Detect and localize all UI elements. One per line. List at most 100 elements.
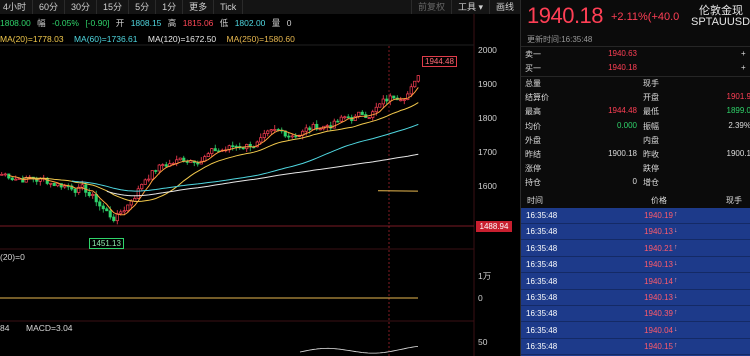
tick-row[interactable]: 16:35:48 1940.21 ↑ xyxy=(521,241,750,257)
amp-label: 幅 xyxy=(37,18,46,28)
plus-icon[interactable]: + xyxy=(741,49,746,58)
y-tick-label: 2000 xyxy=(478,45,497,55)
candle-body xyxy=(3,173,7,176)
tick-price: 1940.13 xyxy=(644,260,673,270)
candle-body xyxy=(213,148,217,152)
candle-body xyxy=(378,103,382,108)
tick-row[interactable]: 16:35:48 1940.19 ↑ xyxy=(521,208,750,224)
macd-label: MACD=3.04 xyxy=(26,323,73,333)
candle-body xyxy=(413,80,417,88)
instrument-code: SPTAUUSDO xyxy=(691,16,750,28)
tick-row[interactable]: 16:35:48 1940.39 ↑ xyxy=(521,306,750,323)
candle-body xyxy=(294,135,298,138)
last-price: 1940.18 xyxy=(527,3,604,28)
qty-label: 量 xyxy=(271,18,281,28)
tick-header-time: 时间 xyxy=(527,196,543,205)
tick-price: 1940.15 xyxy=(644,342,673,352)
prefix-value: 1808.00 xyxy=(0,18,31,28)
period-tab[interactable]: 4小时 xyxy=(0,0,34,14)
bar-quote-info: 1808.00 幅 -0.05% [-0.90] 开 1808.15 高 181… xyxy=(0,16,295,30)
period-tab[interactable]: 30分 xyxy=(65,0,98,14)
ma60-legend: MA(60)=1736.61 xyxy=(73,34,138,44)
candle-body xyxy=(140,184,144,190)
stat-value: 0.000 xyxy=(616,120,637,130)
y-tick-label: 1600 xyxy=(478,181,497,191)
divider xyxy=(521,76,750,77)
macd-dif-line xyxy=(299,346,419,354)
change-percent: -0.05% xyxy=(52,18,79,28)
candle-body xyxy=(388,95,392,102)
period-tab[interactable]: 更多 xyxy=(183,0,215,14)
candle-body xyxy=(262,133,266,139)
tick-list[interactable]: 16:35:48 1940.19 ↑ 16:35:48 1940.13 ↓ 16:35:48… xyxy=(521,208,750,356)
candle-body xyxy=(56,183,60,187)
stat-label: 均价 xyxy=(525,121,541,131)
tick-row[interactable]: 16:35:48 1940.15 ↑ xyxy=(521,339,750,356)
stat-label: 增仓 xyxy=(643,178,659,188)
stats-row: 涨停 跌停 xyxy=(521,163,750,175)
y-tick-label: 1800 xyxy=(478,113,497,123)
stat-label: 结算价 xyxy=(525,93,549,103)
candle-body xyxy=(269,129,273,132)
candle-body xyxy=(87,192,91,196)
candle-body xyxy=(147,178,151,181)
high-label: 高 xyxy=(167,18,177,28)
period-tab[interactable]: 15分 xyxy=(97,0,130,14)
candle-body xyxy=(336,120,340,123)
candle-body xyxy=(196,162,200,165)
tick-row[interactable]: 16:35:48 1940.13 ↓ xyxy=(521,224,750,241)
candle-body xyxy=(206,153,210,157)
period-tab[interactable]: 5分 xyxy=(129,0,157,14)
stat-label: 持仓 xyxy=(525,178,541,188)
ma-legend: MA(20)=1778.03 MA(60)=1736.61 MA(120)=16… xyxy=(0,32,303,46)
arrow-down-icon: ↓ xyxy=(674,293,678,300)
bid-price: 1940.18 xyxy=(608,63,637,72)
stat-value: 1944.48 xyxy=(608,106,637,116)
candle-body xyxy=(304,127,308,132)
y-tick-label: 1700 xyxy=(478,147,497,157)
stat-label: 最低 xyxy=(643,107,659,117)
toolbar-menu-item[interactable]: 画线 xyxy=(488,0,520,14)
toolbar-menu-item[interactable]: 工具 ▾ xyxy=(450,0,489,14)
candle-body xyxy=(357,111,361,117)
tick-row[interactable]: 16:35:48 1940.13 ↓ xyxy=(521,257,750,274)
open-label: 开 xyxy=(115,18,125,28)
tick-row[interactable]: 16:35:48 1940.04 ↓ xyxy=(521,323,750,339)
candle-body xyxy=(332,120,336,129)
tick-row[interactable]: 16:35:48 1940.14 ↑ xyxy=(521,274,750,290)
arrow-up-icon: ↑ xyxy=(674,309,678,317)
stat-label: 外盘 xyxy=(525,135,541,145)
bid-row[interactable]: 买一 1940.18 + xyxy=(521,63,750,75)
candle-body xyxy=(241,147,245,150)
candle-body xyxy=(126,204,130,212)
candle-body xyxy=(63,185,67,188)
stats-row: 昨结 1900.18 昨收 1900.1 xyxy=(521,149,750,161)
kline-chart[interactable] xyxy=(0,0,520,356)
period-tab[interactable]: Tick xyxy=(214,0,244,14)
stats-row: 外盘 内盘 xyxy=(521,135,750,147)
toolbar-menu-item[interactable]: 前复权 xyxy=(410,0,451,14)
y-tick-label: 1900 xyxy=(478,79,497,89)
candle-body xyxy=(136,188,140,199)
candle-body xyxy=(161,164,165,166)
ma20-legend: MA(20)=1778.03 xyxy=(0,34,64,44)
tick-row[interactable]: 16:35:48 1940.13 ↓ xyxy=(521,290,750,306)
candle-body xyxy=(374,106,378,113)
high-value: 1815.06 xyxy=(182,18,214,28)
period-tab[interactable]: 1分 xyxy=(156,0,184,14)
candle-body xyxy=(178,157,182,161)
candle-body xyxy=(416,75,420,82)
ask-row[interactable]: 卖一 1940.63 + xyxy=(521,49,750,61)
candle-body xyxy=(385,98,389,102)
ask-price: 1940.63 xyxy=(608,49,637,58)
stat-value: 1901.9 xyxy=(726,92,750,102)
plus-icon[interactable]: + xyxy=(741,63,746,72)
stat-label: 振幅 xyxy=(643,121,659,131)
tick-time: 16:35:48 xyxy=(526,293,558,302)
macd-value-a: 84 xyxy=(0,323,10,333)
candle-body xyxy=(402,99,406,101)
period-tab[interactable]: 60分 xyxy=(33,0,66,14)
ma5-line xyxy=(8,87,419,216)
stat-label: 现手 xyxy=(643,79,659,88)
stat-label: 最高 xyxy=(525,107,541,117)
